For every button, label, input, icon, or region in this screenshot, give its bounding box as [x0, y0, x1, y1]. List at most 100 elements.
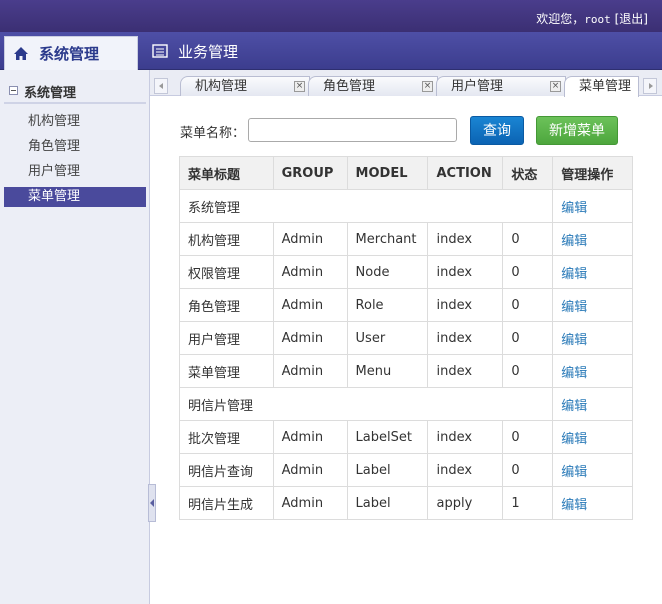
cell-title: 系统管理 — [178, 189, 554, 223]
table-row: 系统管理 编辑 — [178, 189, 633, 223]
collapse-icon — [9, 86, 18, 95]
cell-title: 明信片管理 — [178, 387, 554, 421]
close-icon[interactable]: × — [294, 81, 305, 92]
search-label: 菜单名称： — [180, 126, 246, 141]
sidebar-item-user[interactable]: 用户管理 — [4, 162, 146, 182]
cell-model: Label — [346, 453, 429, 487]
tab-label: 用户管理 — [451, 79, 504, 94]
cell-group: Admin — [272, 486, 348, 520]
sidebar-collapse-handle[interactable] — [148, 484, 156, 522]
add-menu-button[interactable]: 新增菜单 — [536, 116, 618, 145]
cell-group: Admin — [272, 420, 348, 454]
tab-user[interactable]: 用户管理 × — [436, 76, 566, 96]
cell-group: Admin — [272, 255, 348, 289]
main-nav: 系统管理 业务管理 — [0, 32, 662, 70]
table-row: 菜单管理 Admin Menu index 0 编辑 — [179, 354, 633, 388]
tab-menu[interactable]: 菜单管理 — [564, 76, 639, 97]
cell-group: Admin — [272, 288, 348, 322]
sidebar: 系统管理 机构管理 角色管理 用户管理 菜单管理 — [0, 70, 150, 604]
table-header-row: 菜单标题 GROUP MODEL ACTION 状态 管理操作 — [179, 156, 633, 190]
edit-link[interactable]: 编辑 — [561, 432, 587, 447]
sidebar-item-org[interactable]: 机构管理 — [4, 112, 146, 132]
cell-action: index — [427, 453, 504, 487]
table-row: 明信片生成 Admin Label apply 1 编辑 — [179, 486, 633, 520]
cell-status: 0 — [502, 255, 554, 289]
cell-model: Node — [346, 255, 429, 289]
edit-link[interactable]: 编辑 — [561, 465, 587, 480]
nav-tab-label: 业务管理 — [178, 42, 239, 61]
cell-status: 0 — [502, 354, 554, 388]
sidebar-group-label: 系统管理 — [24, 86, 77, 101]
edit-link[interactable]: 编辑 — [561, 201, 587, 216]
tab-role[interactable]: 角色管理 × — [308, 76, 438, 96]
username: root — [584, 13, 611, 26]
logout-link[interactable]: [退出] — [615, 12, 648, 26]
cell-status: 0 — [502, 420, 554, 454]
nav-tab-business[interactable]: 业务管理 — [152, 32, 238, 70]
home-icon — [13, 46, 29, 62]
cell-operation: 编辑 — [552, 387, 633, 421]
sidebar-item-menu[interactable]: 菜单管理 — [4, 187, 146, 207]
cell-model: User — [346, 321, 429, 355]
cell-group: Admin — [272, 222, 348, 256]
page-tab-strip: 机构管理 × 角色管理 × 用户管理 × 菜单管理 — [150, 70, 662, 97]
column-header: 状态 — [502, 156, 554, 190]
cell-group: Admin — [272, 321, 348, 355]
menu-name-search-input[interactable] — [248, 118, 457, 142]
nav-tab-system[interactable]: 系统管理 — [4, 36, 138, 70]
cell-status: 0 — [502, 453, 554, 487]
cell-model: LabelSet — [346, 420, 429, 454]
cell-operation: 编辑 — [552, 486, 633, 520]
edit-link[interactable]: 编辑 — [561, 498, 587, 513]
sidebar-group-header[interactable]: 系统管理 — [4, 80, 146, 104]
edit-link[interactable]: 编辑 — [561, 234, 587, 249]
column-header: ACTION — [427, 156, 504, 190]
table-row: 批次管理 Admin LabelSet index 0 编辑 — [179, 420, 633, 454]
column-header: 管理操作 — [552, 156, 633, 190]
cell-title: 权限管理 — [179, 255, 274, 289]
cell-title: 菜单管理 — [179, 354, 274, 388]
welcome-text: 欢迎您， — [536, 12, 585, 26]
edit-link[interactable]: 编辑 — [561, 333, 587, 348]
table-row: 明信片管理 编辑 — [178, 387, 633, 421]
cell-action: index — [427, 354, 504, 388]
tab-scroll-left-button[interactable] — [154, 78, 168, 94]
cell-title: 用户管理 — [179, 321, 274, 355]
list-icon — [152, 43, 168, 59]
edit-link[interactable]: 编辑 — [561, 267, 587, 282]
cell-group: Admin — [272, 354, 348, 388]
cell-status: 0 — [502, 321, 554, 355]
edit-link[interactable]: 编辑 — [561, 366, 587, 381]
cell-title: 机构管理 — [179, 222, 274, 256]
tab-label: 机构管理 — [195, 79, 248, 94]
cell-model: Menu — [346, 354, 429, 388]
tab-label: 菜单管理 — [579, 79, 632, 94]
table-row: 权限管理 Admin Node index 0 编辑 — [179, 255, 633, 289]
cell-operation: 编辑 — [552, 420, 633, 454]
cell-action: index — [427, 222, 504, 256]
cell-action: apply — [427, 486, 504, 520]
cell-group: Admin — [272, 453, 348, 487]
cell-status: 0 — [502, 288, 554, 322]
top-bar: 欢迎您，root [退出] — [0, 0, 662, 32]
cell-operation: 编辑 — [552, 453, 633, 487]
cell-operation: 编辑 — [552, 354, 633, 388]
sidebar-item-role[interactable]: 角色管理 — [4, 137, 146, 157]
edit-link[interactable]: 编辑 — [561, 399, 587, 414]
cell-model: Merchant — [346, 222, 429, 256]
tab-scroll-right-button[interactable] — [643, 78, 657, 94]
column-header: 菜单标题 — [179, 156, 274, 190]
cell-title: 明信片查询 — [179, 453, 274, 487]
menu-table: 菜单标题 GROUP MODEL ACTION 状态 管理操作 系统管理 编辑 机构… — [178, 156, 633, 520]
cell-operation: 编辑 — [552, 189, 633, 223]
cell-operation: 编辑 — [552, 222, 633, 256]
close-icon[interactable]: × — [422, 81, 433, 92]
cell-status: 0 — [502, 222, 554, 256]
query-button[interactable]: 查询 — [470, 116, 524, 145]
tab-org[interactable]: 机构管理 × — [180, 76, 310, 96]
tab-label: 角色管理 — [323, 79, 376, 94]
table-row: 角色管理 Admin Role index 0 编辑 — [179, 288, 633, 322]
cell-model: Label — [346, 486, 429, 520]
edit-link[interactable]: 编辑 — [561, 300, 587, 315]
close-icon[interactable]: × — [550, 81, 561, 92]
